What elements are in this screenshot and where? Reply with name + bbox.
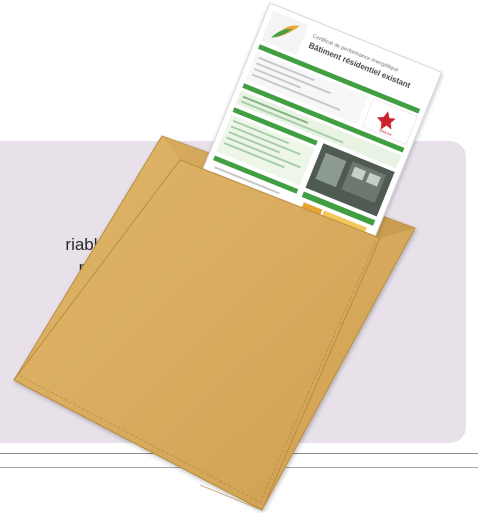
envelope-certificate-illustration: Certificat de performance énergétique Bâ… [13, 2, 443, 511]
